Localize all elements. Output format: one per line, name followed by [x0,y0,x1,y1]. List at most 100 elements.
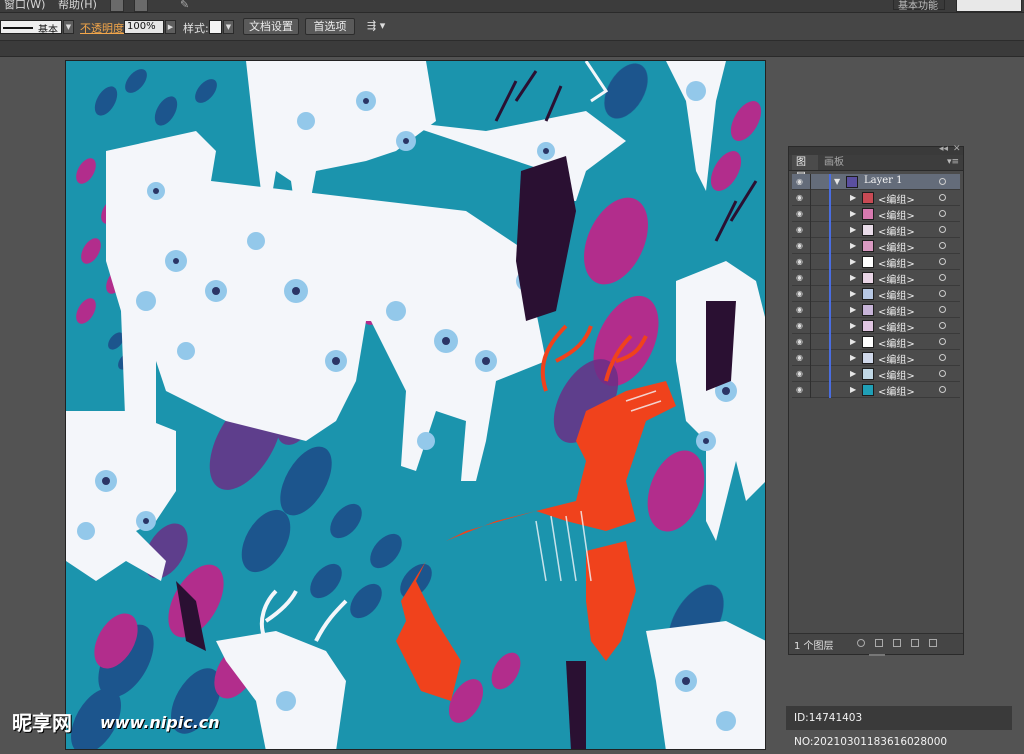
artboard-canvas[interactable] [65,60,766,750]
expand-triangle-icon[interactable]: ▶ [850,353,856,362]
target-circle-icon[interactable] [939,258,946,265]
layer-row[interactable]: ◉ ▶ <编组> [792,254,960,270]
target-circle-icon[interactable] [939,354,946,361]
stroke-dropdown-icon[interactable]: ▼ [63,20,74,34]
preferences-button[interactable]: 首选项 [305,18,355,35]
document-setup-button[interactable]: 文档设置 [243,18,299,35]
expand-triangle-icon[interactable]: ▶ [850,337,856,346]
visibility-eye-icon[interactable]: ◉ [796,257,806,266]
lock-toggle[interactable] [810,318,811,334]
locate-object-icon[interactable] [857,639,865,647]
expand-triangle-icon[interactable]: ▶ [850,193,856,202]
expand-triangle-icon[interactable]: ▶ [850,257,856,266]
menu-help[interactable]: 帮助(H) [58,0,97,12]
target-circle-icon[interactable] [939,242,946,249]
target-circle-icon[interactable] [939,274,946,281]
visibility-eye-icon[interactable]: ◉ [796,305,806,314]
tab-artboards[interactable]: 画板 [820,155,848,170]
target-circle-icon[interactable] [939,290,946,297]
expand-triangle-icon[interactable]: ▶ [850,321,856,330]
layer-name[interactable]: <编组> [878,271,915,286]
lock-toggle[interactable] [810,270,811,286]
opacity-dropdown-icon[interactable]: ▶ [165,20,176,34]
lock-toggle[interactable] [810,190,811,206]
layer-row[interactable]: ◉ ▶ <编组> [792,190,960,206]
target-circle-icon[interactable] [939,226,946,233]
layer-name[interactable]: <编组> [878,287,915,302]
expand-triangle-icon[interactable]: ▶ [850,289,856,298]
visibility-eye-icon[interactable]: ◉ [796,337,806,346]
visibility-eye-icon[interactable]: ◉ [796,369,806,378]
stroke-profile-selector[interactable]: 基本 [0,20,62,36]
layer-name[interactable]: <编组> [878,255,915,270]
layer-name[interactable]: <编组> [878,383,915,398]
layer-row[interactable]: ◉ ▶ <编组> [792,366,960,382]
lock-toggle[interactable] [810,334,811,350]
lock-toggle[interactable] [810,286,811,302]
opacity-link[interactable]: 不透明度 [80,20,124,36]
layer-row[interactable]: ◉ ▶ <编组> [792,286,960,302]
lock-toggle[interactable] [810,222,811,238]
delete-layer-icon[interactable] [929,639,937,647]
menu-window[interactable]: 窗口(W) [4,0,45,12]
lock-toggle[interactable] [810,350,811,366]
visibility-eye-icon[interactable]: ◉ [796,177,806,186]
arrange-menu-icon[interactable]: ⇶ ▾ [367,19,385,32]
target-circle-icon[interactable] [939,338,946,345]
lock-toggle[interactable] [810,238,811,254]
lock-toggle[interactable] [810,366,811,382]
layer-name[interactable]: <编组> [878,207,915,222]
lock-toggle[interactable] [810,382,811,398]
target-circle-icon[interactable] [939,210,946,217]
new-layer-icon[interactable] [911,639,919,647]
target-circle-icon[interactable] [939,194,946,201]
expand-triangle-icon[interactable]: ▶ [850,225,856,234]
layer-row[interactable]: ◉ ▶ <编组> [792,382,960,398]
panel-resize-grip[interactable] [869,654,885,656]
layer-name[interactable]: <编组> [878,367,915,382]
make-clipping-mask-icon[interactable] [875,639,883,647]
style-swatch[interactable] [209,20,222,34]
layer-name[interactable]: <编组> [878,239,915,254]
visibility-eye-icon[interactable]: ◉ [796,289,806,298]
visibility-eye-icon[interactable]: ◉ [796,273,806,282]
layer-row[interactable]: ◉ ▶ <编组> [792,302,960,318]
lock-toggle[interactable] [810,254,811,270]
search-input[interactable] [956,0,1022,12]
lock-toggle[interactable] [810,206,811,222]
layer-name[interactable]: Layer 1 [864,175,903,186]
expand-triangle-icon[interactable]: ▶ [850,273,856,282]
layer-row[interactable]: ◉ ▶ <编组> [792,222,960,238]
layer-name[interactable]: <编组> [878,191,915,206]
target-circle-icon[interactable] [939,306,946,313]
target-circle-icon[interactable] [939,178,946,185]
expand-triangle-icon[interactable]: ▶ [850,369,856,378]
layer-row[interactable]: ◉ ▶ <编组> [792,334,960,350]
workspace-switcher[interactable]: 基本功能 [893,0,945,12]
lock-toggle[interactable] [810,302,811,318]
expand-triangle-icon[interactable]: ▼ [834,177,840,186]
collapse-panel-icon[interactable]: ◂◂ [939,144,948,154]
layer-row-top[interactable]: ◉ ▼ Layer 1 [792,174,960,190]
target-circle-icon[interactable] [939,386,946,393]
target-circle-icon[interactable] [939,322,946,329]
lock-toggle[interactable] [810,174,811,190]
bridge-icon[interactable] [110,0,124,12]
layer-name[interactable]: <编组> [878,335,915,350]
layer-row[interactable]: ◉ ▶ <编组> [792,206,960,222]
visibility-eye-icon[interactable]: ◉ [796,241,806,250]
layer-row[interactable]: ◉ ▶ <编组> [792,318,960,334]
brush-icon[interactable]: ✎ [180,0,192,11]
style-dropdown-icon[interactable]: ▼ [223,20,234,34]
panel-menu-icon[interactable]: ▾≡ [947,157,959,167]
layer-name[interactable]: <编组> [878,351,915,366]
layer-row[interactable]: ◉ ▶ <编组> [792,270,960,286]
new-sublayer-icon[interactable] [893,639,901,647]
layer-name[interactable]: <编组> [878,319,915,334]
close-panel-icon[interactable]: ✕ [953,144,961,154]
target-circle-icon[interactable] [939,370,946,377]
opacity-input[interactable]: 100% [124,20,164,34]
tab-layers[interactable]: 图层 [792,155,818,183]
layer-name[interactable]: <编组> [878,303,915,318]
layer-row[interactable]: ◉ ▶ <编组> [792,350,960,366]
